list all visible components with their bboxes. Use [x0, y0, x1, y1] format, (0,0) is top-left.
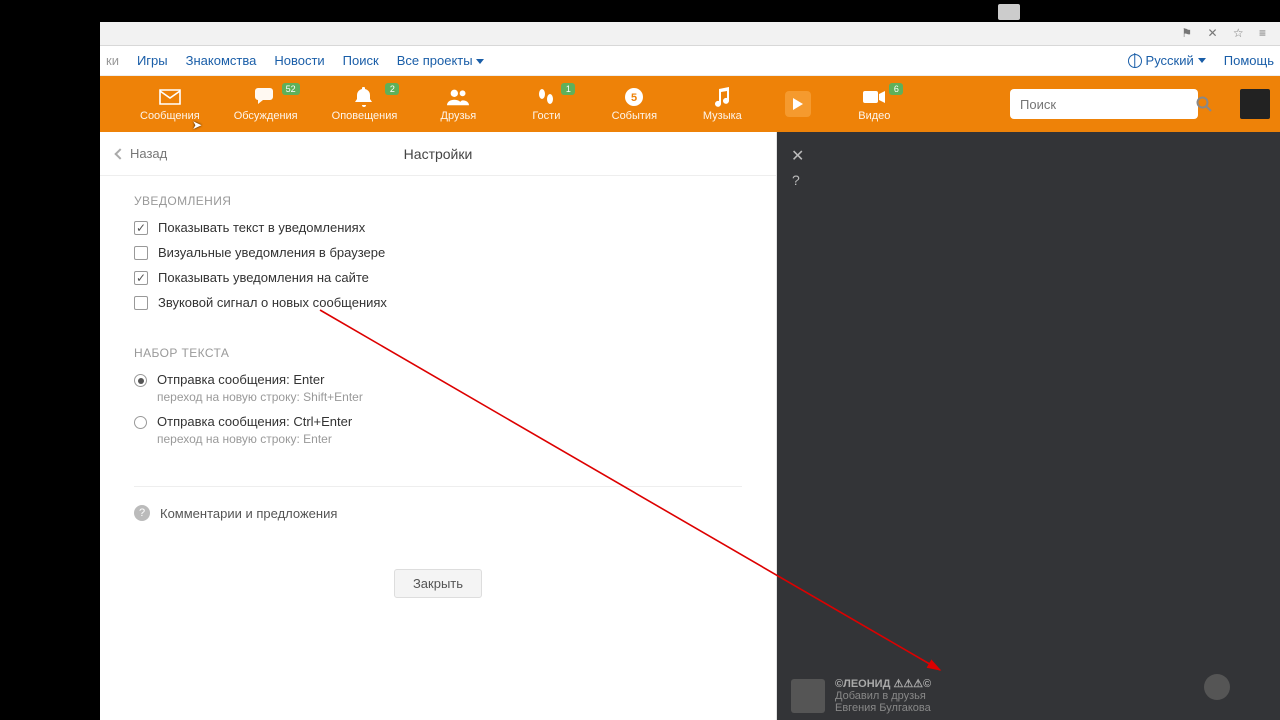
radio-label: Отправка сообщения: Enter — [157, 372, 324, 387]
checkbox-icon — [134, 221, 148, 235]
people-icon — [447, 87, 469, 107]
top-nav: ки Игры Знакомства Новости Поиск Все про… — [100, 46, 1280, 76]
checkbox-show-text[interactable]: Показывать текст в уведомлениях — [134, 220, 742, 235]
system-tray-icon — [998, 4, 1020, 20]
caret-down-icon — [1198, 58, 1206, 63]
feed-who: Евгения Булгакова — [835, 702, 931, 714]
checkbox-sound[interactable]: Звуковой сигнал о новых сообщениях — [134, 295, 742, 310]
feed-text: ©ЛЕОНИД ⚠⚠⚠© Добавил в друзья Евгения Бу… — [835, 677, 931, 714]
feedback-link[interactable]: ? Комментарии и предложения — [100, 487, 776, 539]
checkbox-browser-notif[interactable]: Визуальные уведомления в браузере — [134, 245, 742, 260]
close-button[interactable]: Закрыть — [394, 569, 482, 598]
radio-sublabel: переход на новую строку: Shift+Enter — [157, 390, 742, 404]
nav-cut-text: ки — [106, 46, 119, 76]
language-select[interactable]: Русский — [1128, 46, 1206, 76]
caret-down-icon — [476, 59, 484, 64]
envelope-icon — [159, 87, 181, 107]
badge: 1 — [561, 83, 575, 95]
chat-icon — [255, 87, 277, 107]
section-notifications: УВЕДОМЛЕНИЯ Показывать текст в уведомлен… — [100, 176, 776, 328]
nav-projects-label: Все проекты — [397, 53, 473, 68]
nav-news[interactable]: Новости — [274, 46, 324, 76]
search-icon[interactable] — [1196, 95, 1212, 113]
nav-video[interactable]: 6 Видео — [847, 87, 901, 122]
nav-label: События — [612, 110, 657, 122]
nav-friends[interactable]: Друзья — [431, 87, 485, 122]
feed-avatar — [791, 679, 825, 713]
nav-label: Друзья — [441, 110, 477, 122]
checkbox-site-notif[interactable]: Показывать уведомления на сайте — [134, 270, 742, 285]
checkbox-icon — [134, 296, 148, 310]
nav-games[interactable]: Игры — [137, 46, 168, 76]
nav-notifications[interactable]: 2 Оповещения — [332, 87, 398, 122]
nav-events[interactable]: 5 События — [607, 87, 661, 122]
checkbox-label: Визуальные уведомления в браузере — [158, 245, 385, 260]
camera-icon — [863, 87, 885, 107]
checkbox-label: Показывать уведомления на сайте — [158, 270, 369, 285]
checkbox-label: Звуковой сигнал о новых сообщениях — [158, 295, 387, 310]
radio-icon — [134, 416, 147, 429]
nav-music[interactable]: Музыка — [695, 87, 749, 122]
nav-help[interactable]: Помощь — [1224, 46, 1274, 76]
nav-label: Видео — [858, 110, 890, 122]
globe-icon — [1128, 54, 1142, 68]
panel-title: Настройки — [100, 146, 776, 162]
feed-name: ©ЛЕОНИД ⚠⚠⚠© — [835, 677, 931, 690]
browser-toolbar: ⚑ ✕ ☆ ≡ — [100, 22, 1280, 46]
nav-dating[interactable]: Знакомства — [186, 46, 257, 76]
nav-play[interactable] — [783, 91, 813, 117]
footprints-icon — [535, 87, 557, 107]
radio-enter[interactable]: Отправка сообщения: Enter — [134, 372, 742, 387]
feed-card[interactable]: ©ЛЕОНИД ⚠⚠⚠© Добавил в друзья Евгения Бу… — [791, 677, 1190, 714]
nav-messages[interactable]: Сообщения — [140, 87, 200, 122]
bell-icon — [353, 87, 375, 107]
language-label: Русский — [1146, 46, 1194, 76]
radio-sublabel: переход на новую строку: Enter — [157, 432, 742, 446]
browser-extension-icons[interactable]: ⚑ ✕ ☆ ≡ — [1181, 26, 1272, 40]
radio-ctrl-enter[interactable]: Отправка сообщения: Ctrl+Enter — [134, 414, 742, 429]
checkbox-icon — [134, 246, 148, 260]
search-box[interactable] — [1010, 89, 1198, 119]
nav-label: Оповещения — [332, 110, 398, 122]
feed-action: Добавил в друзья — [835, 690, 931, 702]
nav-guests[interactable]: 1 Гости — [519, 87, 573, 122]
checkbox-icon — [134, 271, 148, 285]
feed-secondary-avatar[interactable] — [1204, 674, 1230, 700]
badge: 52 — [282, 83, 300, 95]
badge: 6 — [889, 83, 903, 95]
radio-label: Отправка сообщения: Ctrl+Enter — [157, 414, 352, 429]
section-title: НАБОР ТЕКСТА — [134, 346, 742, 360]
nav-label: Обсуждения — [234, 110, 298, 122]
svg-text:5: 5 — [631, 92, 637, 104]
events-icon: 5 — [623, 87, 645, 107]
nav-projects[interactable]: Все проекты — [397, 46, 485, 76]
settings-panel: Назад Настройки УВЕДОМЛЕНИЯ Показывать т… — [100, 132, 777, 720]
question-icon: ? — [134, 505, 150, 521]
feedback-label: Комментарии и предложения — [160, 506, 337, 521]
badge: 2 — [385, 83, 399, 95]
panel-header: Назад Настройки — [100, 132, 776, 176]
app-root: ки Игры Знакомства Новости Поиск Все про… — [100, 46, 1280, 720]
radio-icon — [134, 374, 147, 387]
checkbox-label: Показывать текст в уведомлениях — [158, 220, 365, 235]
orange-nav: Сообщения 52 Обсуждения 2 Оповещения Дру… — [100, 76, 1280, 132]
nav-search[interactable]: Поиск — [343, 46, 379, 76]
dark-sidebar: ✕ ? ©ЛЕОНИД ⚠⚠⚠© Добавил в друзья Евгени… — [777, 132, 1280, 720]
nav-discussions[interactable]: 52 Обсуждения — [234, 87, 298, 122]
nav-label: Гости — [532, 110, 560, 122]
search-input[interactable] — [1020, 97, 1196, 112]
nav-label: Сообщения — [140, 110, 200, 122]
close-icon[interactable]: ✕ — [791, 146, 804, 166]
section-title: УВЕДОМЛЕНИЯ — [134, 194, 742, 208]
section-typing: НАБОР ТЕКСТА Отправка сообщения: Enter п… — [100, 328, 776, 464]
play-icon — [785, 91, 811, 117]
help-icon[interactable]: ? — [792, 172, 800, 188]
avatar[interactable] — [1240, 89, 1270, 119]
music-icon — [711, 87, 733, 107]
content-row: Назад Настройки УВЕДОМЛЕНИЯ Показывать т… — [100, 132, 1280, 720]
nav-label: Музыка — [703, 110, 742, 122]
